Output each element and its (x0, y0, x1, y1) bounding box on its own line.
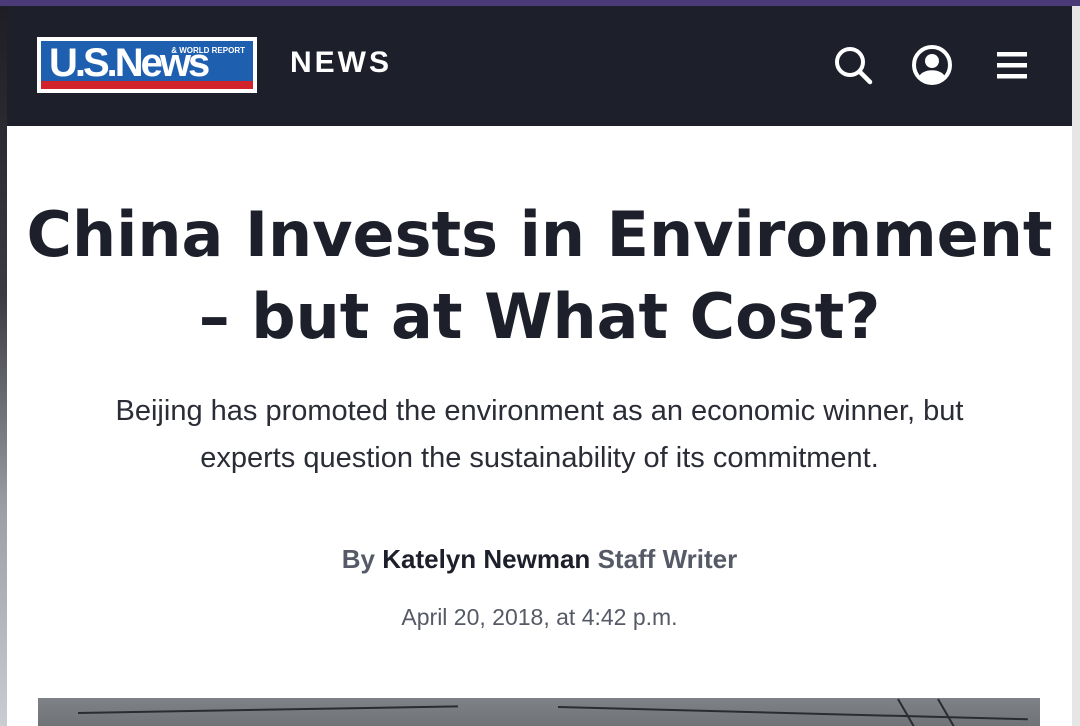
byline: By Katelyn Newman Staff Writer (7, 544, 1072, 575)
headline-line-2: – but at What Cost? (198, 280, 881, 353)
logo-red-stripe (41, 81, 253, 89)
logo-blue-field: U.S.News & WORLD REPORT (41, 41, 253, 89)
byline-prefix: By (341, 544, 376, 574)
user-account-icon (912, 45, 952, 85)
article-headline: China Invests in Environment – but at Wh… (7, 194, 1072, 358)
account-button[interactable] (911, 44, 953, 86)
site-header: U.S.News & WORLD REPORT NEWS (7, 6, 1072, 126)
author-name-link[interactable]: Katelyn Newman (382, 544, 590, 574)
headline-line-1: China Invests in Environment (26, 198, 1053, 271)
section-label[interactable]: NEWS (290, 46, 392, 80)
scrollbar-track[interactable] (1072, 6, 1080, 726)
image-power-line (77, 705, 458, 714)
image-power-line (937, 698, 969, 726)
article-page: U.S.News & WORLD REPORT NEWS China Inves… (7, 6, 1072, 726)
article-subheadline: Beijing has promoted the environment as … (7, 388, 1072, 482)
search-button[interactable] (832, 44, 874, 86)
subheadline-line-2: experts question the sustainability of i… (200, 442, 879, 474)
usnews-logo[interactable]: U.S.News & WORLD REPORT (37, 37, 257, 93)
search-icon (835, 47, 873, 85)
logo-sub-text: & WORLD REPORT (171, 46, 245, 55)
article-hero-image (38, 698, 1040, 726)
hamburger-menu-icon (997, 52, 1027, 79)
image-power-line (897, 698, 929, 726)
background-window-edge (0, 6, 7, 726)
image-power-line (557, 706, 1028, 721)
subheadline-line-1: Beijing has promoted the environment as … (115, 395, 964, 427)
menu-button[interactable] (991, 44, 1033, 86)
publish-date: April 20, 2018, at 4:42 p.m. (401, 604, 678, 630)
author-role: Staff Writer (597, 544, 738, 574)
